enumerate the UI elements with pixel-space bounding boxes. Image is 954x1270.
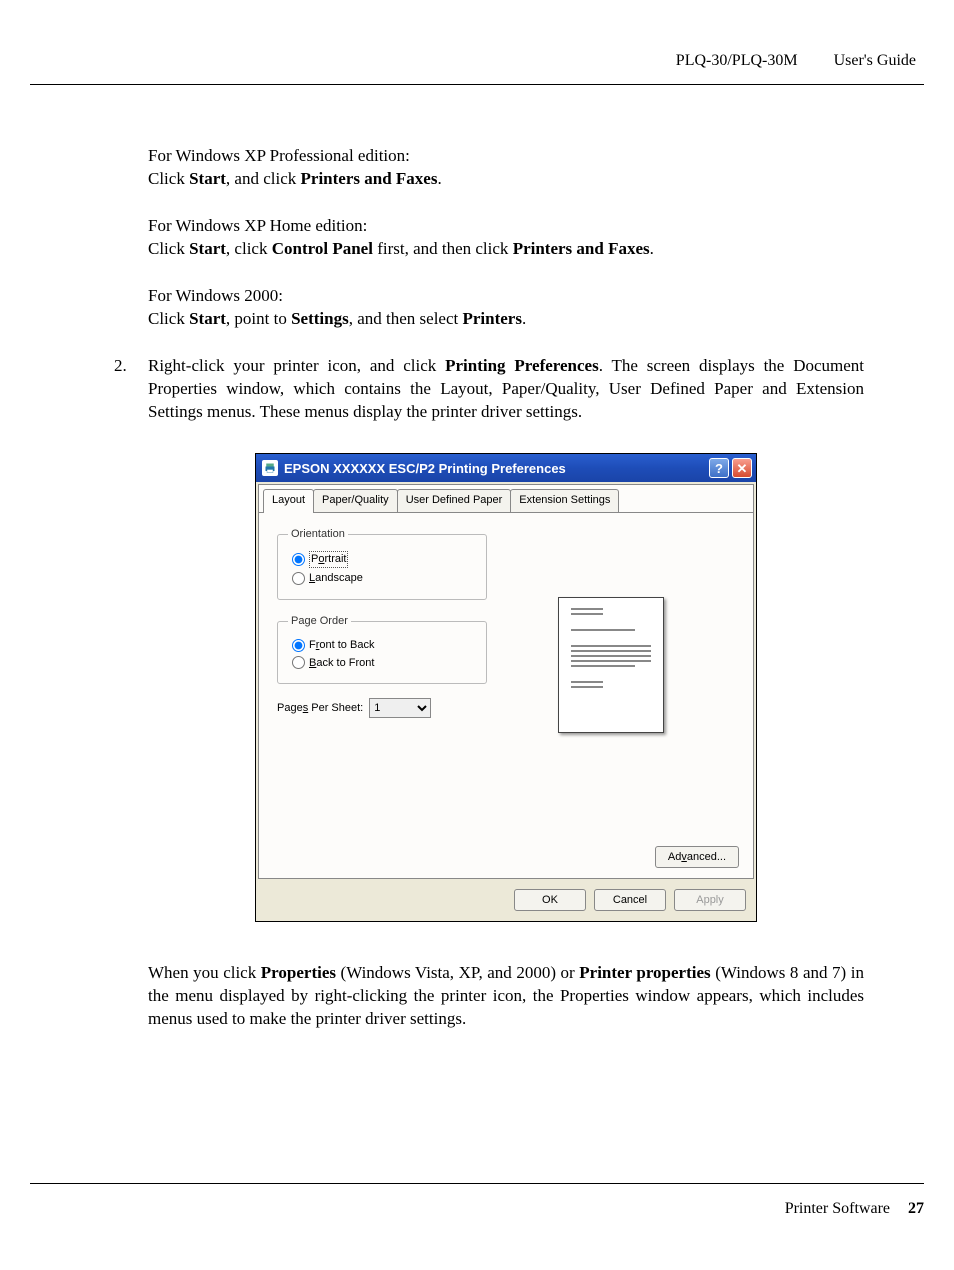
ok-button[interactable]: OK — [514, 889, 586, 911]
portrait-radio[interactable] — [292, 553, 305, 566]
orientation-legend: Orientation — [288, 527, 348, 542]
xp-home-intro: For Windows XP Home edition: — [148, 215, 864, 238]
page-footer: Printer Software 27 — [30, 1183, 924, 1218]
front-to-back-radio[interactable] — [292, 639, 305, 652]
back-to-front-radio[interactable] — [292, 656, 305, 669]
para-xp-pro: For Windows XP Professional edition: Cli… — [148, 145, 864, 191]
advanced-button[interactable]: Advanced... — [655, 846, 739, 868]
page-order-group: Page Order Front to Back Back to Front — [277, 614, 487, 685]
front-to-back[interactable]: Front to Back — [288, 638, 476, 653]
tab-strip: Layout Paper/Quality User Defined Paper … — [259, 485, 753, 512]
tab-extension-settings[interactable]: Extension Settings — [510, 489, 619, 512]
content-area: For Windows XP Professional edition: Cli… — [30, 85, 924, 1031]
tab-user-defined-paper[interactable]: User Defined Paper — [397, 489, 512, 512]
orientation-landscape[interactable]: Landscape — [288, 571, 476, 586]
layout-tab-panel: Orientation Portrait Landscape — [259, 512, 753, 842]
step-2-number: 2. — [114, 355, 148, 424]
footer-page-number: 27 — [908, 1200, 924, 1217]
close-button[interactable]: ✕ — [732, 458, 752, 478]
footer-section: Printer Software — [785, 1200, 890, 1217]
step-2-body: Right-click your printer icon, and click… — [148, 355, 864, 424]
page-order-legend: Page Order — [288, 614, 351, 629]
para-xp-home: For Windows XP Home edition: Click Start… — [148, 215, 864, 261]
xp-pro-intro: For Windows XP Professional edition: — [148, 145, 864, 168]
w2000-intro: For Windows 2000: — [148, 285, 864, 308]
advanced-row: Advanced... — [259, 842, 753, 878]
dialog-screenshot: EPSON XXXXXX ESC/P2 Printing Preferences… — [148, 453, 864, 922]
titlebar-buttons: ? ✕ — [709, 458, 752, 478]
orientation-portrait[interactable]: Portrait — [288, 551, 476, 568]
front-to-back-label: Front to Back — [309, 638, 374, 653]
pages-per-sheet-label: Pages Per Sheet: — [277, 701, 363, 716]
para-w2000: For Windows 2000: Click Start, point to … — [148, 285, 864, 331]
pages-per-sheet-row: Pages Per Sheet: 1 — [277, 698, 487, 718]
portrait-label: Portrait — [309, 551, 348, 568]
w2000-line: Click Start, point to Settings, and then… — [148, 308, 864, 331]
header-guide: User's Guide — [834, 52, 916, 69]
printer-icon — [262, 460, 278, 476]
dialog-titlebar: EPSON XXXXXX ESC/P2 Printing Preferences… — [256, 454, 756, 482]
tab-paper-quality[interactable]: Paper/Quality — [313, 489, 398, 512]
page-preview — [558, 597, 664, 733]
dialog-bottom-buttons: OK Cancel Apply — [256, 881, 756, 921]
xp-pro-line: Click Start, and click Printers and Faxe… — [148, 168, 864, 191]
landscape-label: Landscape — [309, 571, 363, 586]
close-icon: ✕ — [737, 462, 748, 475]
dialog-title: EPSON XXXXXX ESC/P2 Printing Preferences — [284, 460, 709, 478]
xp-home-line: Click Start, click Control Panel first, … — [148, 238, 864, 261]
printing-preferences-dialog: EPSON XXXXXX ESC/P2 Printing Preferences… — [255, 453, 757, 922]
apply-button[interactable]: Apply — [674, 889, 746, 911]
after-paragraph: When you click Properties (Windows Vista… — [148, 962, 864, 1031]
help-button[interactable]: ? — [709, 458, 729, 478]
cancel-button[interactable]: Cancel — [594, 889, 666, 911]
step-2: 2. Right-click your printer icon, and cl… — [114, 355, 864, 424]
pages-per-sheet-select[interactable]: 1 — [369, 698, 431, 718]
dialog-body: Layout Paper/Quality User Defined Paper … — [258, 484, 754, 879]
tab-layout[interactable]: Layout — [263, 489, 314, 513]
landscape-radio[interactable] — [292, 572, 305, 585]
right-column — [487, 527, 735, 830]
back-to-front[interactable]: Back to Front — [288, 656, 476, 671]
page-header: PLQ-30/PLQ-30M User's Guide — [30, 52, 924, 85]
header-model: PLQ-30/PLQ-30M — [676, 52, 798, 69]
left-column: Orientation Portrait Landscape — [277, 527, 487, 830]
orientation-group: Orientation Portrait Landscape — [277, 527, 487, 600]
back-to-front-label: Back to Front — [309, 656, 374, 671]
